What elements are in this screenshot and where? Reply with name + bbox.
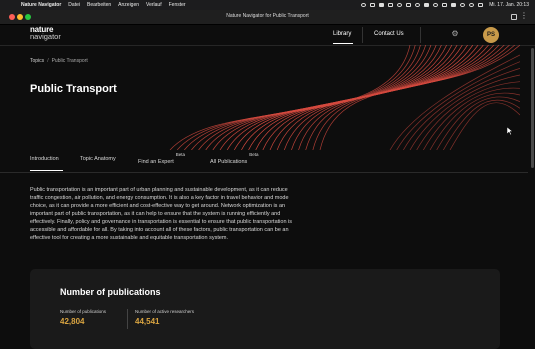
hero-arc-line — [176, 45, 416, 150]
breadcrumb-current: Public Transport — [51, 58, 88, 64]
system-menubar: Nature Navigator Datei Bearbeiten Anzeig… — [0, 0, 535, 10]
status-bluetooth-icon[interactable] — [442, 3, 448, 7]
stat-label: Number of active researchers — [135, 309, 195, 314]
menu-verlauf[interactable]: Verlauf — [146, 2, 162, 8]
page-title: Public Transport — [30, 83, 117, 95]
control-center-icon[interactable] — [478, 3, 484, 7]
beta-badge: Beta — [175, 152, 186, 157]
window-title: Nature Navigator for Public Transport — [226, 13, 309, 19]
status-grid-icon[interactable] — [406, 3, 412, 7]
tab-introduction[interactable]: Introduction — [30, 156, 59, 162]
hero-arc-line — [198, 45, 432, 150]
tab-label: Introduction — [30, 156, 59, 162]
tab-find-an-expert[interactable]: Find an ExpertBeta — [138, 152, 185, 165]
menubar-clock[interactable]: Mi. 17. Jan. 20:13 — [489, 2, 529, 8]
publications-card: Number of publications Number of publica… — [30, 269, 500, 349]
status-board-icon[interactable] — [424, 3, 430, 7]
breadcrumb: Topics / Public Transport — [30, 58, 88, 64]
breadcrumb-topics-link[interactable]: Topics — [30, 58, 44, 64]
nav-library-link[interactable]: Library — [333, 31, 351, 37]
window-titlebar: Nature Navigator for Public Transport ⋮ — [0, 10, 535, 25]
hero-arc-line — [191, 45, 427, 150]
status-display-icon[interactable] — [388, 3, 394, 7]
hero-line-art — [169, 45, 520, 150]
hero-arc-line — [436, 96, 520, 150]
breadcrumb-separator: / — [47, 58, 49, 64]
beta-badge: Beta — [249, 152, 259, 157]
menu-datei[interactable]: Datei — [68, 2, 80, 8]
stat-divider — [127, 309, 128, 329]
settings-gear-icon[interactable]: ⚙ — [451, 30, 459, 38]
status-app-icon[interactable] — [370, 3, 376, 7]
stat-label: Number of publications — [60, 309, 107, 314]
share-icon[interactable] — [511, 14, 517, 20]
menu-anzeigen[interactable]: Anzeigen — [118, 2, 139, 8]
hero-arc-line — [269, 45, 484, 150]
active-tab-indicator — [30, 170, 63, 171]
battery-icon[interactable] — [451, 3, 457, 7]
stat-publications: Number of publications 42,804 — [60, 309, 106, 326]
tabs-divider — [0, 172, 528, 173]
mouse-pointer-icon — [507, 127, 513, 135]
nav-divider — [362, 27, 363, 43]
stat-value: 42,804 — [60, 317, 85, 326]
wifi-icon[interactable] — [460, 3, 466, 7]
hero-arc-line — [233, 45, 458, 150]
tab-all-publications[interactable]: All PublicationsBeta — [210, 152, 259, 165]
scrollbar-thumb[interactable] — [531, 48, 534, 168]
menu-bearbeiten[interactable]: Bearbeiten — [87, 2, 111, 8]
hero-arc-line — [184, 45, 421, 150]
menu-app-name[interactable]: Nature Navigator — [21, 2, 61, 8]
tab-label: Find an Expert — [138, 158, 174, 165]
status-box-icon[interactable] — [379, 3, 385, 7]
status-moon-icon[interactable] — [433, 3, 439, 7]
publications-title: Number of publications — [60, 287, 161, 297]
tab-label: Topic Anatomy — [80, 156, 116, 162]
menu-fenster[interactable]: Fenster — [169, 2, 186, 8]
hero-arc-line — [219, 45, 447, 150]
user-avatar[interactable]: PS — [483, 27, 499, 43]
hero-arc-line — [241, 45, 463, 150]
nav-active-indicator — [333, 43, 353, 44]
topic-tabs: Introduction Topic Anatomy Find an Exper… — [30, 150, 510, 172]
hero-arc-line — [319, 45, 520, 150]
status-record-icon[interactable] — [361, 3, 367, 7]
stat-value: 44,541 — [135, 317, 160, 326]
nav-divider — [420, 27, 421, 43]
logo-line2: navigator — [30, 32, 61, 41]
tab-label: All Publications — [210, 158, 248, 165]
nav-contact-link[interactable]: Contact Us — [374, 31, 404, 37]
more-options-icon[interactable]: ⋮ — [520, 11, 528, 21]
status-cloud-icon[interactable] — [397, 3, 403, 7]
tab-topic-anatomy[interactable]: Topic Anatomy — [80, 156, 116, 162]
status-person-icon[interactable] — [415, 3, 421, 7]
hero-arc-line — [169, 45, 411, 150]
search-icon[interactable] — [469, 3, 475, 7]
stat-active-researchers: Number of active researchers 44,541 — [135, 309, 194, 326]
status-area: Mi. 17. Jan. 20:13 — [361, 2, 529, 8]
intro-paragraph: Public transportation is an important pa… — [30, 187, 293, 241]
site-logo[interactable]: nature navigator — [30, 26, 61, 41]
site-header: nature navigator Library Contact Us ⚙ PS — [0, 25, 535, 46]
